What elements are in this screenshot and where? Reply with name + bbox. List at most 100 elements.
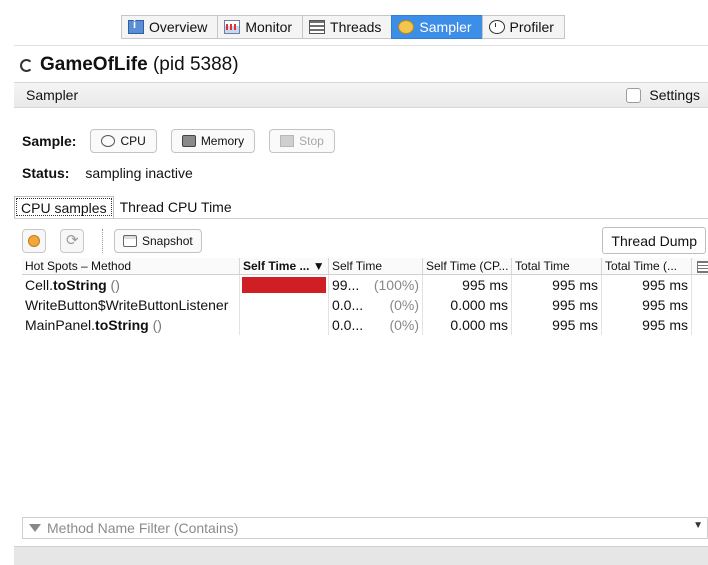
divider: [14, 45, 708, 46]
process-id: (pid 5388): [152, 54, 239, 75]
table-row[interactable]: WriteButton$WriteButtonListener 0.0... (0…: [22, 295, 708, 315]
self-time-percent: (100%): [373, 277, 419, 293]
thread-dump-button[interactable]: Thread Dump: [602, 227, 706, 254]
table-header: Hot Spots – Method Self Time ... ▼ Self …: [22, 258, 708, 275]
self-time-cpu-cell: 0.000 ms: [423, 295, 512, 315]
class-name: WriteButton$WriteButtonListener: [25, 297, 229, 313]
chevron-down-icon[interactable]: ▼: [693, 520, 703, 531]
settings-toggle[interactable]: Settings: [626, 87, 700, 103]
method-name: toString: [95, 317, 149, 333]
status-strip: [14, 546, 708, 565]
column-header-total-time-cpu[interactable]: Total Time (...: [602, 258, 692, 274]
cpu-button-label: CPU: [120, 134, 146, 148]
status-line: Status: sampling inactive: [22, 165, 193, 181]
self-time-value: 0.0...: [332, 317, 364, 333]
overview-icon: [128, 19, 144, 34]
self-time-cell: 99... (100%): [329, 275, 423, 295]
app-name: GameOfLife: [40, 54, 148, 75]
tab-overview[interactable]: Overview: [121, 15, 218, 39]
memory-button-label: Memory: [200, 134, 245, 148]
self-time-value: 0.0...: [332, 297, 364, 313]
self-time-cell: 0.0... (0%): [329, 315, 423, 335]
table-row[interactable]: Cell.toString () 99... (100%) 995 ms 995 …: [22, 275, 708, 295]
column-header-self-time-bar[interactable]: Self Time ... ▼: [240, 258, 329, 274]
tab-label: Sampler: [419, 19, 472, 35]
tab-label: Thread CPU Time: [119, 198, 232, 215]
cpu-button[interactable]: CPU: [90, 129, 157, 153]
profiler-icon: [488, 20, 505, 34]
column-header-self-time-cpu[interactable]: Self Time (CP...: [423, 258, 512, 274]
self-time-cell: 0.0... (0%): [329, 295, 423, 315]
self-time-value: 99...: [332, 277, 360, 293]
self-time-cpu-cell: 0.000 ms: [423, 315, 512, 335]
settings-checkbox[interactable]: [626, 87, 642, 103]
pause-icon[interactable]: [22, 229, 46, 253]
tab-thread-cpu-time[interactable]: Thread CPU Time: [114, 196, 238, 217]
settings-label: Settings: [649, 87, 700, 103]
page-title: GameOfLife (pid 5388): [20, 54, 239, 76]
cpu-icon: [101, 135, 116, 147]
sample-label: Sample:: [22, 133, 77, 149]
method-cell: WriteButton$WriteButtonListener: [22, 295, 240, 315]
filter-placeholder: Method Name Filter (Contains): [47, 520, 239, 536]
self-time-bar: [242, 277, 326, 293]
hot-spots-table: Hot Spots – Method Self Time ... ▼ Self …: [22, 258, 708, 335]
self-time-percent: (0%): [389, 317, 419, 333]
method-filter[interactable]: Method Name Filter (Contains) ▼: [22, 517, 708, 539]
method-name: toString: [53, 277, 107, 293]
method-signature: (): [106, 277, 120, 293]
tab-sampler[interactable]: Sampler: [391, 15, 482, 39]
self-time-bar-cell: [240, 295, 329, 315]
stop-button-label: Stop: [299, 134, 324, 148]
tab-label: Threads: [330, 19, 382, 35]
total-time-cpu-cell: 995 ms: [602, 295, 692, 315]
method-cell: MainPanel.toString (): [22, 315, 240, 335]
snapshot-icon: [123, 235, 137, 247]
view-tabs: Overview Monitor Threads Sampler Profile…: [121, 15, 565, 41]
filter-icon: [29, 524, 41, 532]
refresh-icon[interactable]: [60, 229, 84, 253]
tab-label: Monitor: [245, 19, 293, 35]
class-name: Cell.: [25, 277, 54, 293]
sampler-subtabs: CPU samples Thread CPU Time: [14, 196, 708, 219]
snapshot-label: Snapshot: [142, 234, 193, 248]
column-header-total-time[interactable]: Total Time: [512, 258, 602, 274]
memory-button[interactable]: Memory: [170, 129, 256, 153]
toolbar-divider: [102, 229, 104, 253]
total-time-cell: 995 ms: [512, 295, 602, 315]
method-cell: Cell.toString (): [22, 275, 240, 295]
loading-spinner-icon: [20, 58, 33, 72]
thread-dump-label: Thread Dump: [611, 232, 697, 249]
sampler-header: Sampler Settings: [14, 82, 708, 108]
column-picker[interactable]: [692, 258, 708, 274]
column-header-self-time[interactable]: Self Time: [329, 258, 423, 274]
method-signature: (): [148, 317, 162, 333]
total-time-cpu-cell: 995 ms: [602, 315, 692, 335]
snapshot-button[interactable]: Snapshot: [114, 229, 202, 253]
tab-monitor[interactable]: Monitor: [217, 15, 303, 39]
memory-icon: [181, 135, 196, 147]
tab-label: Profiler: [509, 19, 554, 35]
status-label: Status:: [22, 165, 70, 181]
total-time-cell: 995 ms: [512, 275, 602, 295]
tab-profiler[interactable]: Profiler: [481, 15, 565, 39]
stop-button[interactable]: Stop: [269, 129, 335, 153]
self-time-bar-cell: [240, 275, 329, 295]
tab-threads[interactable]: Threads: [302, 15, 392, 39]
sampler-icon: [398, 20, 415, 34]
total-time-cpu-cell: 995 ms: [602, 275, 692, 295]
sampler-label: Sampler: [26, 87, 79, 103]
threads-icon: [309, 20, 326, 34]
tab-cpu-samples[interactable]: CPU samples: [14, 196, 114, 218]
total-time-cell: 995 ms: [512, 315, 602, 335]
results-toolbar: Snapshot Thread Dump: [22, 227, 708, 255]
sample-controls: Sample: CPU Memory Stop: [22, 129, 349, 153]
status-value: sampling inactive: [85, 165, 193, 181]
tab-label: CPU samples: [21, 199, 107, 216]
tab-label: Overview: [149, 19, 208, 35]
stop-icon: [280, 135, 295, 147]
table-row[interactable]: MainPanel.toString () 0.0... (0%) 0.000 m…: [22, 315, 708, 335]
self-time-percent: (0%): [389, 297, 419, 313]
column-picker-icon: [697, 261, 708, 273]
column-header-method[interactable]: Hot Spots – Method: [22, 258, 240, 274]
